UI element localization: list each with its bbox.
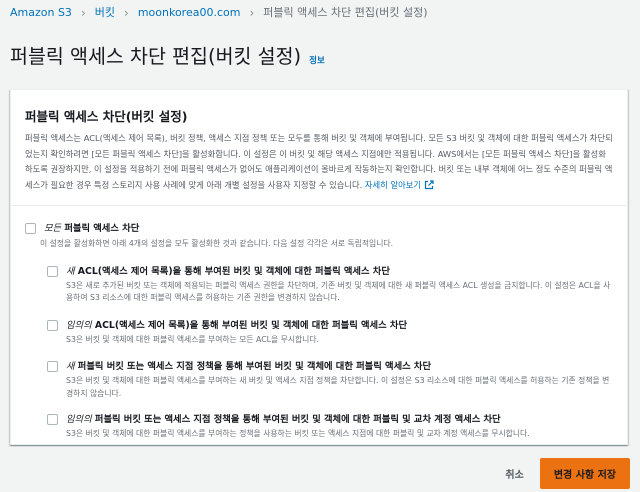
form-actions: 취소 변경 사항 저장 [489,458,630,489]
new-acl-description: S3은 새로 추가된 버킷 또는 객체에 적용되는 퍼블릭 액세스 권한을 차단… [66,280,611,303]
option-new-policy: 새 퍼블릭 버킷 또는 액세스 지점 정책을 통해 부여된 버킷 및 객체에 대… [47,360,613,400]
new-acl-label-emphasis: 새 [66,265,75,277]
new-acl-label-text: ACL(액세스 제어 목록)을 통해 부여된 버킷 및 객체에 대한 퍼블릭 액… [74,265,390,277]
page-header: 퍼블릭 액세스 차단 편집(버킷 설정) 정보 [10,40,325,69]
new-acl-label[interactable]: 새 ACL(액세스 제어 목록)을 통해 부여된 버킷 및 객체에 대한 퍼블릭… [66,265,613,278]
any-policy-description: S3은 버킷 및 객체에 대한 퍼블릭 액세스를 부여하는 정책을 사용하는 버… [66,429,530,439]
learn-more-link[interactable]: 자세히 알아보기 [365,180,434,190]
any-acl-label-emphasis: 임의의 [66,319,92,331]
new-policy-checkbox[interactable] [47,361,58,373]
save-changes-button[interactable]: 변경 사항 저장 [539,458,630,489]
breadcrumb: Amazon S3 › 버킷 › moonkorea00.com › 퍼블릭 액… [10,6,428,20]
block-public-access-panel: 퍼블릭 액세스 차단(버킷 설정) 퍼블릭 액세스는 ACL(액세스 제어 목록… [10,89,628,445]
breadcrumb-link-s3[interactable]: Amazon S3 [10,6,72,20]
info-link[interactable]: 정보 [309,54,325,66]
option-any-acl: 임의의 ACL(액세스 제어 목록)을 통해 부여된 버킷 및 객체에 대한 퍼… [47,319,613,347]
any-policy-label-text: 퍼블릭 버킷 또는 액세스 지점 정책을 통해 부여된 버킷 및 객체에 대한 … [91,414,501,426]
new-policy-label-emphasis: 새 [66,361,75,373]
new-policy-label[interactable]: 새 퍼블릭 버킷 또는 액세스 지점 정책을 통해 부여된 버킷 및 객체에 대… [66,360,613,373]
breadcrumb-separator: › [80,6,86,20]
panel-description-text: 퍼블릭 액세스는 ACL(액세스 제어 목록), 버킷 정책, 액세스 지점 정… [25,133,613,190]
option-new-acl: 새 ACL(액세스 제어 목록)을 통해 부여된 버킷 및 객체에 대한 퍼블릭… [47,265,613,305]
block-all-label[interactable]: 모든 퍼블릭 액세스 차단 [44,222,139,235]
new-policy-description: S3은 버킷 및 객체에 대한 퍼블릭 액세스를 부여하는 새 버킷 및 액세스… [66,376,610,398]
new-policy-label-text: 퍼블릭 버킷 또는 액세스 지점 정책을 통해 부여된 버킷 및 객체에 대한 … [74,361,432,373]
panel-header: 퍼블릭 액세스 차단(버킷 설정) 퍼블릭 액세스는 ACL(액세스 제어 목록… [11,90,627,207]
any-policy-label[interactable]: 임의의 퍼블릭 버킷 또는 액세스 지점 정책을 통해 부여된 버킷 및 객체에… [66,413,530,426]
learn-more-label: 자세히 알아보기 [364,179,421,190]
settings-options: 모든 퍼블릭 액세스 차단 이 설정을 활성화하면 아래 4개의 설정을 모두 … [11,222,627,441]
new-acl-checkbox[interactable] [47,265,58,277]
cancel-button[interactable]: 취소 [489,466,539,481]
any-policy-label-emphasis: 임의의 [66,414,92,426]
breadcrumb-link-bucket[interactable]: moonkorea00.com [138,6,241,20]
any-acl-label-text: ACL(액세스 제어 목록)을 통해 부여된 버킷 및 객체에 대한 퍼블릭 액… [91,319,407,331]
block-all-description: 이 설정을 활성화하면 아래 4개의 설정을 모두 활성화한 것과 같습니다. … [40,239,394,249]
panel-description: 퍼블릭 액세스는 ACL(액세스 제어 목록), 버킷 정책, 액세스 지점 정… [25,131,613,195]
breadcrumb-separator: › [249,6,255,20]
page-title: 퍼블릭 액세스 차단 편집(버킷 설정) [10,45,302,68]
option-any-policy: 임의의 퍼블릭 버킷 또는 액세스 지점 정책을 통해 부여된 버킷 및 객체에… [47,413,613,441]
breadcrumb-separator: › [124,6,129,20]
block-all-label-emphasis: 모든 [44,223,62,235]
breadcrumb-current: 퍼블릭 액세스 차단 편집(버킷 설정) [263,6,428,19]
external-link-icon [424,180,434,196]
block-all-label-text: 퍼블릭 액세스 차단 [61,223,140,235]
any-acl-description: S3은 버킷 및 객체에 대한 퍼블릭 액세스를 부여하는 모든 ACL을 무시… [66,334,320,344]
any-acl-checkbox[interactable] [47,319,58,331]
any-policy-checkbox[interactable] [47,414,58,426]
any-acl-label[interactable]: 임의의 ACL(액세스 제어 목록)을 통해 부여된 버킷 및 객체에 대한 퍼… [66,319,407,332]
option-block-all: 모든 퍼블릭 액세스 차단 이 설정을 활성화하면 아래 4개의 설정을 모두 … [25,222,613,251]
breadcrumb-link-buckets[interactable]: 버킷 [95,6,115,20]
block-all-checkbox[interactable] [25,223,36,235]
panel-title: 퍼블릭 액세스 차단(버킷 설정) [25,109,188,124]
